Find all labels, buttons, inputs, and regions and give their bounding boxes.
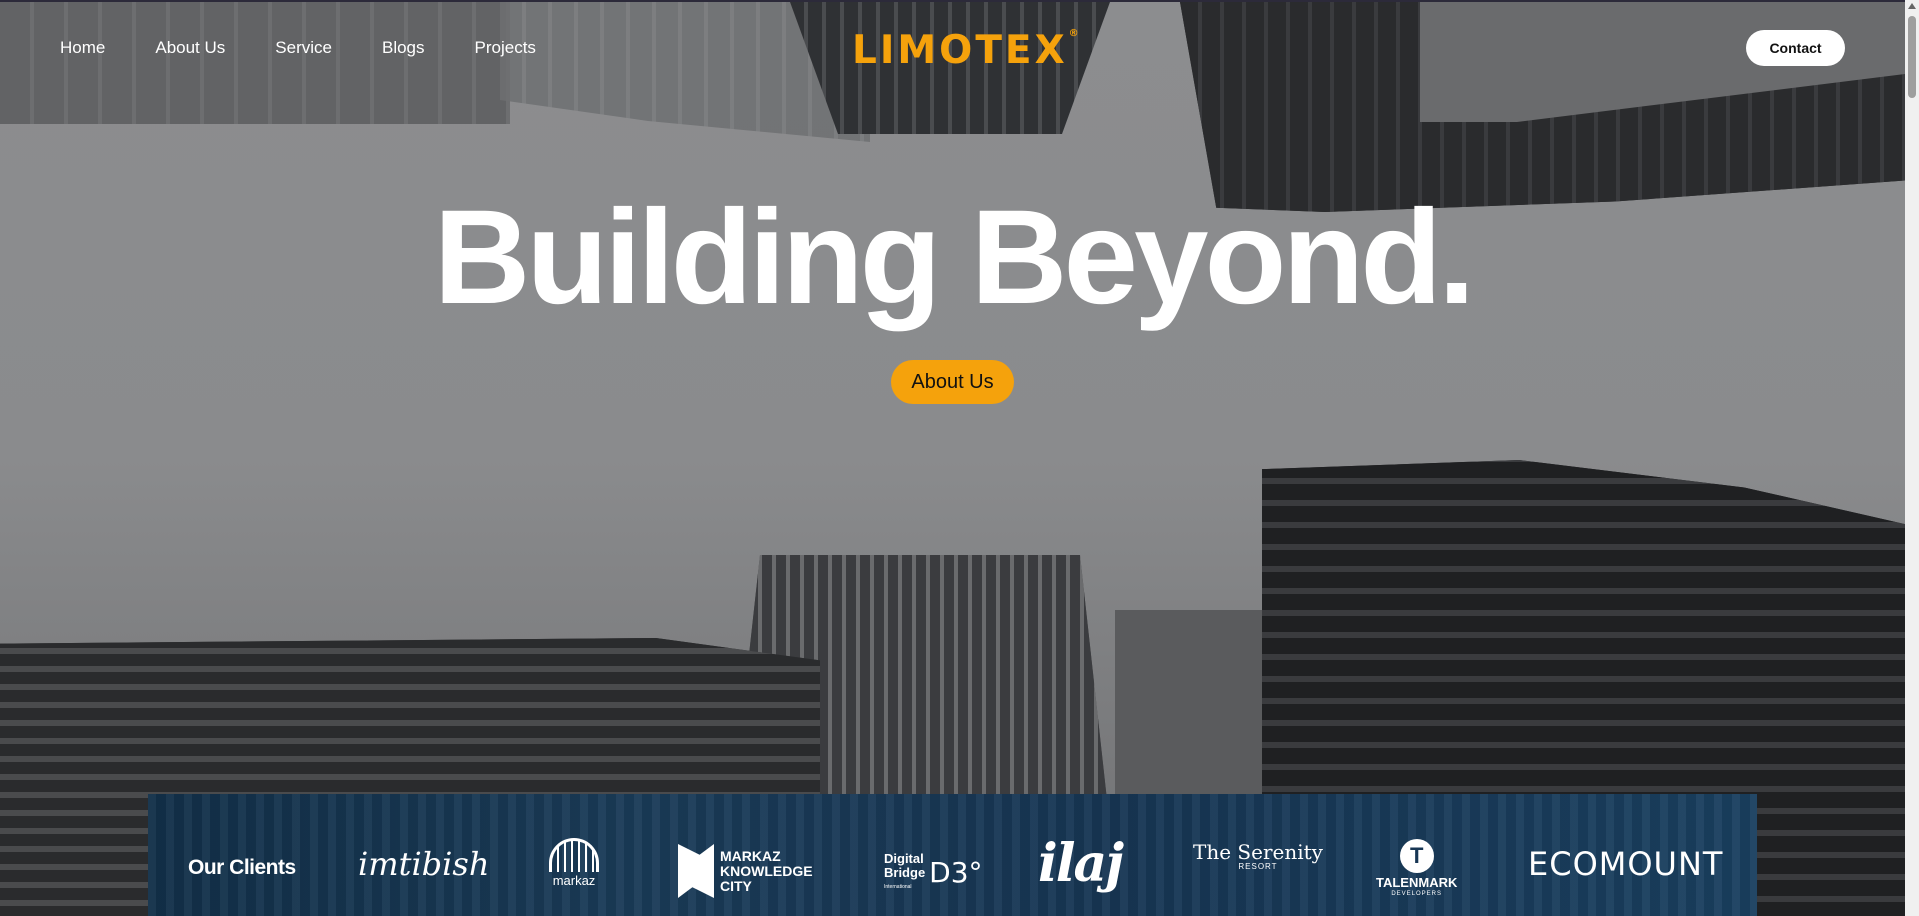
client-logo-text: imtibish [358, 845, 490, 883]
client-logo-text: Digital Bridge International [884, 852, 925, 894]
client-logo-imtibish: imtibish [358, 848, 489, 880]
client-logo-text: ECOMOUNT [1528, 845, 1724, 883]
client-logo-talenmark: T TALENMARK DEVELOPERS [1376, 839, 1457, 897]
client-logo-ilaj: ilaj [1038, 838, 1124, 890]
nav-links: Home About Us Service Blogs Projects [60, 38, 586, 58]
db-sub: International [884, 884, 912, 890]
nav-blogs-link[interactable]: Blogs [382, 38, 425, 58]
mkc-line-3: CITY [720, 877, 752, 894]
mkc-line-2: KNOWLEDGE [720, 862, 813, 879]
markaz-arch-icon [549, 838, 599, 872]
scrollbar-thumb[interactable] [1908, 16, 1916, 98]
client-logo-digital-bridge: Digital Bridge International D3° [884, 852, 983, 894]
nav-about-link[interactable]: About Us [155, 38, 225, 58]
client-logo-markaz: markaz [544, 838, 604, 887]
scroll-up-arrow-icon[interactable] [1908, 3, 1916, 9]
client-logo-text: The Serenity [1193, 840, 1323, 864]
client-logo-sub: DEVELOPERS [1391, 891, 1443, 897]
clients-title: Our Clients [188, 856, 296, 879]
logo-registered-mark: ® [1068, 28, 1082, 39]
nav-service-link[interactable]: Service [275, 38, 332, 58]
client-logo-text: ilaj [1038, 833, 1124, 894]
talenmark-t-icon: T [1399, 839, 1434, 873]
nav-home-link[interactable]: Home [60, 38, 105, 58]
hero-headline: Building Beyond. [433, 183, 1476, 332]
clients-strip: Our Clients imtibish markaz MARKAZ KNOWL… [148, 794, 1757, 916]
hero-section: Home About Us Service Blogs Projects LIM… [0, 0, 1905, 916]
about-us-button[interactable]: About Us [891, 360, 1014, 404]
db-line-1: Digital [884, 851, 924, 866]
contact-button[interactable]: Contact [1746, 30, 1845, 66]
client-logo-ecomount: ECOMOUNT [1528, 848, 1723, 880]
page-scrollbar[interactable] [1905, 0, 1919, 916]
client-logo-sub: RESORT [1238, 862, 1278, 871]
db-line-2: Bridge [884, 865, 926, 880]
client-logo-markaz-knowledge-city: MARKAZ KNOWLEDGE CITY [678, 844, 813, 898]
db-mark-icon: D3° [929, 856, 983, 889]
client-logo-text: TALENMARK [1376, 875, 1458, 890]
mkc-mark-icon [678, 844, 714, 898]
site-logo[interactable]: LIMOTEX® [852, 28, 1082, 73]
nav-projects-link[interactable]: Projects [475, 38, 536, 58]
client-logo-text: markaz [552, 873, 596, 888]
client-logo-text: MARKAZ KNOWLEDGE CITY [720, 847, 813, 894]
logo-text: LIMOTEX [852, 28, 1068, 73]
client-logo-serenity: The Serenity RESORT [1193, 842, 1323, 871]
mkc-line-1: MARKAZ [720, 847, 781, 864]
top-navigation: Home About Us Service Blogs Projects LIM… [0, 2, 1905, 94]
